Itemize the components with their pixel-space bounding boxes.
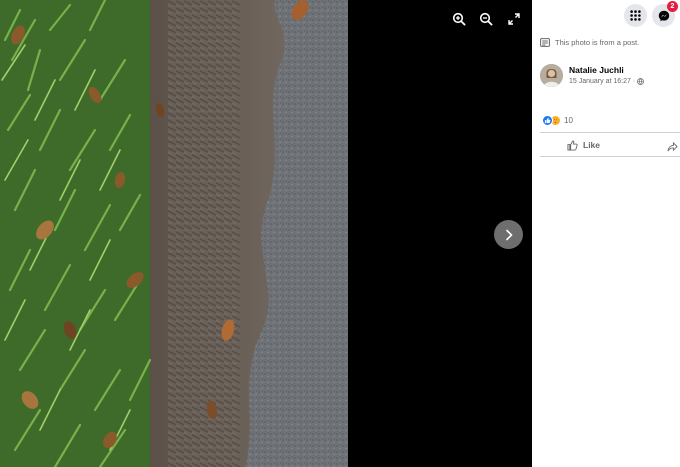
- share-icon: [667, 141, 678, 152]
- post-side-panel: 2 This photo is from a post. Natalie Juc…: [532, 0, 680, 467]
- messenger-button[interactable]: 2: [652, 1, 678, 27]
- post-meta: 15 January at 16:27 ·: [569, 78, 645, 85]
- zoom-out-button[interactable]: [475, 8, 497, 30]
- zoom-in-button[interactable]: [448, 8, 470, 30]
- like-button[interactable]: Like: [567, 140, 600, 151]
- zoom-in-icon: [452, 12, 466, 26]
- messenger-badge: 2: [667, 1, 678, 12]
- share-button[interactable]: [667, 139, 678, 157]
- post-actions: Like: [540, 136, 680, 154]
- globe-icon: [637, 78, 645, 85]
- chevron-right-icon: [505, 229, 513, 240]
- messenger-icon: [658, 10, 669, 21]
- reaction-count: 10: [564, 116, 573, 125]
- fullscreen-button[interactable]: [503, 8, 525, 30]
- grid-menu-icon: [630, 10, 641, 21]
- next-photo-button[interactable]: [494, 220, 523, 249]
- photo-viewer: [0, 0, 532, 467]
- meta-separator: ·: [632, 78, 636, 85]
- document-icon: [540, 38, 550, 47]
- avatar-image: [540, 64, 563, 87]
- like-reaction-icon: [542, 115, 553, 126]
- reactions-summary[interactable]: 10: [542, 115, 573, 126]
- photo-image: [0, 0, 348, 467]
- top-bar: 2: [532, 0, 680, 30]
- zoom-out-icon: [479, 12, 493, 26]
- thumbs-up-icon: [567, 140, 578, 151]
- post-photo: [0, 0, 348, 467]
- divider: [540, 132, 680, 133]
- post-author: Natalie Juchli 15 January at 16:27 ·: [540, 64, 645, 87]
- note-text: This photo is from a post.: [555, 38, 640, 47]
- fullscreen-icon: [508, 13, 520, 25]
- divider: [540, 156, 680, 157]
- menu-button[interactable]: [624, 4, 647, 27]
- avatar[interactable]: [540, 64, 563, 87]
- author-name[interactable]: Natalie Juchli: [569, 65, 644, 75]
- post-note: This photo is from a post.: [540, 38, 639, 47]
- like-label: Like: [583, 140, 601, 150]
- post-timestamp[interactable]: 15 January at 16:27: [569, 78, 631, 85]
